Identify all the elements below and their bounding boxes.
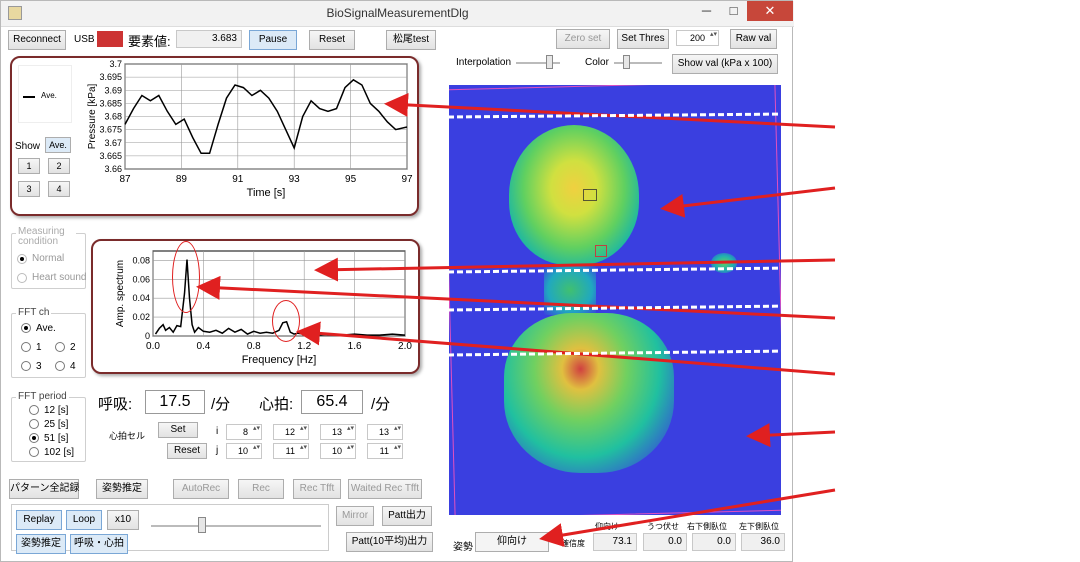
dashed-guide-2 xyxy=(447,266,791,274)
dashed-guide-3 xyxy=(447,304,791,312)
dashed-guide-4 xyxy=(447,349,791,357)
arrow-to-posture xyxy=(539,488,836,547)
arrow-to-upper-body xyxy=(660,186,836,218)
arrow-to-heatmap xyxy=(746,423,836,448)
arrow-to-breath-peak xyxy=(196,275,836,320)
annotation-arrows xyxy=(196,92,836,547)
